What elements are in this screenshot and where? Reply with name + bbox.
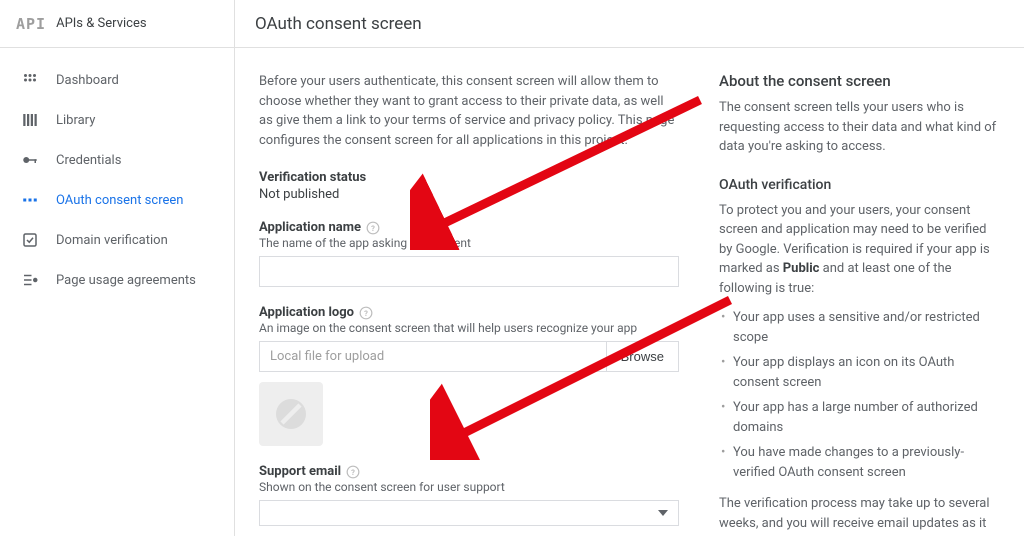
sidebar-item-dashboard[interactable]: Dashboard [0, 60, 234, 100]
library-icon [20, 110, 40, 130]
app-logo-group: Application logo ? An image on the conse… [259, 305, 679, 446]
sidebar-item-label: Credentials [56, 153, 121, 168]
list-item: Your app uses a sensitive and/or restric… [733, 308, 1000, 347]
support-email-hint: Shown on the consent screen for user sup… [259, 480, 679, 494]
support-email-label: Support email ? [259, 464, 679, 479]
verify-heading: OAuth verification [719, 177, 1000, 193]
sidebar-item-credentials[interactable]: Credentials [0, 140, 234, 180]
support-email-select[interactable] [259, 500, 679, 526]
list-item: You have made changes to a previously-ve… [733, 443, 1000, 482]
support-email-label-text: Support email [259, 464, 341, 479]
sidebar-item-label: Domain verification [56, 233, 168, 248]
sidebar-item-label: Page usage agreements [56, 273, 196, 288]
consent-icon [20, 190, 40, 210]
sidebar-item-library[interactable]: Library [0, 100, 234, 140]
sidebar-item-label: Library [56, 113, 95, 128]
sidebar-item-oauth-consent[interactable]: OAuth consent screen [0, 180, 234, 220]
help-icon[interactable]: ? [346, 465, 360, 479]
process-text-a: The verification process may take up to … [719, 496, 989, 536]
sidebar-item-page-usage[interactable]: Page usage agreements [0, 260, 234, 300]
sidebar-item-label: Dashboard [56, 73, 119, 88]
support-email-group: Support email ? Shown on the consent scr… [259, 464, 679, 526]
app-name-input[interactable] [259, 256, 679, 287]
verify-paragraph: To protect you and your users, your cons… [719, 201, 1000, 299]
about-heading: About the consent screen [719, 72, 1000, 90]
chevron-down-icon [658, 508, 668, 518]
verification-label: Verification status [259, 170, 679, 185]
sidebar-header: API APIs & Services [0, 0, 234, 48]
verify-public: Public [783, 261, 820, 276]
sidebar-item-label: OAuth consent screen [56, 193, 183, 208]
domain-icon [20, 230, 40, 250]
page-title: OAuth consent screen [235, 0, 1024, 48]
help-icon[interactable]: ? [366, 221, 380, 235]
app-logo-hint: An image on the consent screen that will… [259, 321, 679, 335]
process-paragraph: The verification process may take up to … [719, 494, 1000, 536]
list-item: Your app has a large number of authorize… [733, 398, 1000, 437]
sidebar-nav: Dashboard Library Credentials OAuth cons… [0, 48, 234, 312]
agreements-icon [20, 270, 40, 290]
app-name-hint: The name of the app asking for consent [259, 236, 679, 250]
main: OAuth consent screen Before your users a… [235, 0, 1024, 536]
logo-preview-placeholder [259, 382, 323, 446]
app-name-group: Application name ? The name of the app a… [259, 220, 679, 287]
file-upload-row: Local file for upload Browse [259, 341, 679, 372]
file-upload-placeholder[interactable]: Local file for upload [260, 342, 606, 371]
app-name-label-text: Application name [259, 220, 361, 235]
api-logo: API [16, 15, 46, 33]
app-logo-label: Application logo ? [259, 305, 679, 320]
dashboard-icon [20, 70, 40, 90]
svg-text:?: ? [371, 223, 375, 232]
verification-value: Not published [259, 187, 679, 202]
svg-text:?: ? [351, 467, 355, 476]
list-item: Your app displays an icon on its OAuth c… [733, 353, 1000, 392]
app-logo-label-text: Application logo [259, 305, 354, 320]
svg-text:?: ? [364, 308, 368, 317]
browse-button[interactable]: Browse [606, 342, 678, 371]
form-column: Before your users authenticate, this con… [259, 72, 679, 512]
help-icon[interactable]: ? [359, 306, 373, 320]
verification-status-group: Verification status Not published [259, 170, 679, 202]
sidebar-title: APIs & Services [56, 16, 146, 31]
about-paragraph: The consent screen tells your users who … [719, 98, 1000, 157]
info-column: About the consent screen The consent scr… [719, 72, 1000, 512]
app-name-label: Application name ? [259, 220, 679, 235]
verify-bullets: Your app uses a sensitive and/or restric… [719, 308, 1000, 482]
intro-text: Before your users authenticate, this con… [259, 72, 679, 150]
sidebar-item-domain-verification[interactable]: Domain verification [0, 220, 234, 260]
sidebar: API APIs & Services Dashboard Library [0, 0, 235, 536]
key-icon [20, 150, 40, 170]
